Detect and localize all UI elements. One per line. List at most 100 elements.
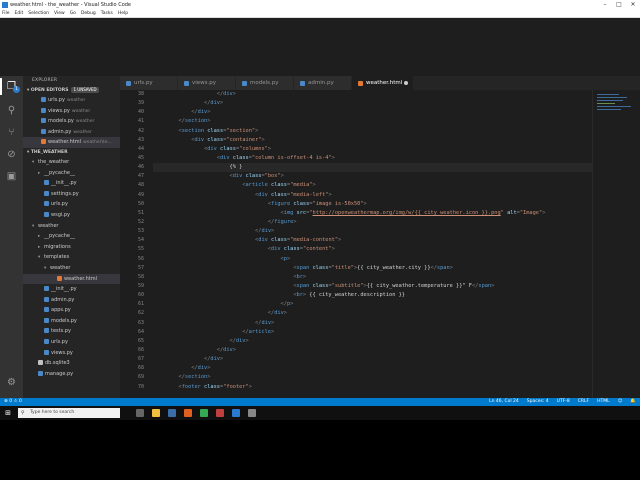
tree-file[interactable]: apps.py xyxy=(23,305,120,316)
maximize-icon[interactable]: □ xyxy=(612,0,626,10)
html-file-icon xyxy=(358,81,363,86)
tree-file[interactable]: models.py xyxy=(23,316,120,327)
cursor-position[interactable]: Ln 46, Col 24 xyxy=(489,398,519,406)
code-line: </div> xyxy=(153,109,211,116)
python-file-icon xyxy=(44,190,49,196)
task-view-icon[interactable] xyxy=(136,409,144,417)
python-file-icon xyxy=(242,81,247,86)
code-line: <div class="box"> xyxy=(153,173,284,180)
line-number: 44 xyxy=(137,145,144,152)
menu-tasks[interactable]: Tasks xyxy=(101,10,113,17)
unsaved-count: 1 UNSAVED xyxy=(71,87,99,93)
tree-file[interactable]: wsgi.py xyxy=(23,210,120,221)
tree-file[interactable]: db.sqlite3 xyxy=(23,358,120,369)
minimap[interactable] xyxy=(592,90,640,398)
tab-urls[interactable]: urls.py xyxy=(120,76,178,90)
tree-file[interactable]: manage.py xyxy=(23,369,120,380)
tree-folder[interactable]: ▸ __pycache__ xyxy=(23,231,120,242)
tree-file[interactable]: admin.py xyxy=(23,295,120,306)
menu-go[interactable]: Go xyxy=(70,10,76,17)
python-file-icon xyxy=(44,211,49,217)
code-line: </div> xyxy=(153,346,236,353)
python-file-icon xyxy=(44,349,49,355)
settings-taskbar-icon[interactable] xyxy=(248,409,256,417)
line-number: 63 xyxy=(137,319,144,326)
tree-folder[interactable]: ▾ the_weather xyxy=(23,157,120,168)
menu-debug[interactable]: Debug xyxy=(81,10,96,17)
tree-file-active[interactable]: weather.html xyxy=(23,273,120,285)
unsaved-badge: 1 xyxy=(13,86,20,93)
tab-admin[interactable]: admin.py xyxy=(294,76,352,90)
line-number: 68 xyxy=(137,365,144,372)
open-editor-item[interactable]: views.py weather xyxy=(23,106,120,117)
gear-icon[interactable]: ⚙ xyxy=(5,376,18,389)
menu-view[interactable]: View xyxy=(54,10,65,17)
open-editor-item-active[interactable]: weather.html weather\te... xyxy=(23,137,120,148)
tree-folder[interactable]: ▾ templates xyxy=(23,252,120,263)
tree-folder[interactable]: ▾ weather xyxy=(23,221,120,232)
tree-file[interactable]: urls.py xyxy=(23,337,120,348)
python-file-icon xyxy=(41,128,46,134)
minimize-icon[interactable]: – xyxy=(598,0,612,10)
smiley-icon[interactable]: ☺ xyxy=(618,398,623,406)
problems-indicator[interactable]: ⊗ 0 ⚠ 0 xyxy=(4,398,22,406)
tab-weather-html[interactable]: weather.html xyxy=(352,76,414,90)
tree-file[interactable]: urls.py xyxy=(23,199,120,210)
source-control-icon[interactable]: ⑂ xyxy=(5,126,18,139)
language-mode[interactable]: HTML xyxy=(597,398,610,406)
chrome-icon[interactable] xyxy=(200,409,208,417)
python-file-icon xyxy=(44,317,49,323)
tree-file[interactable]: tests.py xyxy=(23,326,120,337)
menu-help[interactable]: Help xyxy=(118,10,128,17)
python-file-icon xyxy=(41,97,46,102)
tree-file[interactable]: __init__.py xyxy=(23,284,120,295)
code-line: </div> xyxy=(153,310,287,317)
menu-file[interactable]: File xyxy=(2,10,10,17)
python-file-icon xyxy=(44,286,49,292)
code-editor[interactable]: 38 39 40 41 42 43 44 45 46 47 48 49 50 5… xyxy=(120,90,592,398)
vscode-window: weather.html - the_weather - Visual Stud… xyxy=(0,0,640,420)
debug-icon[interactable]: ⊘ xyxy=(5,148,18,161)
tree-file[interactable]: __init__.py xyxy=(23,178,120,189)
menu-selection[interactable]: Selection xyxy=(28,10,49,17)
extensions-icon[interactable]: ▣ xyxy=(5,170,18,183)
code-line: <div class="column is-offset-4 is-4"> xyxy=(153,154,335,161)
taskbar-app-icon[interactable] xyxy=(216,409,224,417)
open-editors-section[interactable]: ▾ OPEN EDITORS 1 UNSAVED xyxy=(23,86,120,95)
file-explorer-icon[interactable] xyxy=(152,409,160,417)
bell-icon[interactable]: 🔔 xyxy=(630,398,636,406)
encoding[interactable]: UTF-8 xyxy=(557,398,570,406)
code-line: <div class="content"> xyxy=(153,246,335,253)
close-icon[interactable]: ✕ xyxy=(626,0,640,10)
open-editor-item[interactable]: urls.py weather xyxy=(23,95,120,106)
search-icon[interactable]: ⚲ xyxy=(5,104,18,117)
tree-file[interactable]: settings.py xyxy=(23,189,120,200)
tree-folder[interactable]: ▸ __pycache__ xyxy=(23,168,120,179)
line-ending[interactable]: CRLF xyxy=(578,398,589,406)
taskbar-app-icon[interactable] xyxy=(168,409,176,417)
menu-edit[interactable]: Edit xyxy=(15,10,24,17)
code-line: </section> xyxy=(153,118,211,125)
tab-models[interactable]: models.py xyxy=(236,76,294,90)
tree-folder[interactable]: ▸ migrations xyxy=(23,242,120,253)
python-file-icon xyxy=(44,201,49,207)
tree-file[interactable]: views.py xyxy=(23,348,120,359)
vscode-taskbar-icon[interactable] xyxy=(232,409,240,417)
code-line: </div> xyxy=(153,228,275,235)
firefox-icon[interactable] xyxy=(184,409,192,417)
python-file-icon xyxy=(41,118,46,124)
tree-folder[interactable]: ▾ weather xyxy=(23,263,120,274)
windows-start-icon[interactable]: ⊞ xyxy=(4,409,12,417)
open-editor-item[interactable]: admin.py weather xyxy=(23,127,120,138)
open-editor-item[interactable]: models.py weather xyxy=(23,116,120,127)
code-line: <span class="subtitle">{{ city_weather.t… xyxy=(153,282,495,289)
python-file-icon xyxy=(44,180,49,186)
project-section[interactable]: ▾ THE_WEATHER xyxy=(23,148,120,157)
code-line: <span class="title">{{ city_weather.city… xyxy=(153,264,453,271)
taskbar-search[interactable]: ⚲ Type here to search xyxy=(18,408,120,418)
indentation[interactable]: Spaces: 4 xyxy=(527,398,549,406)
line-number: 53 xyxy=(137,228,144,235)
code-line: <footer class="footer"> xyxy=(153,383,252,390)
tab-views[interactable]: views.py xyxy=(178,76,236,90)
line-number: 42 xyxy=(137,127,144,134)
